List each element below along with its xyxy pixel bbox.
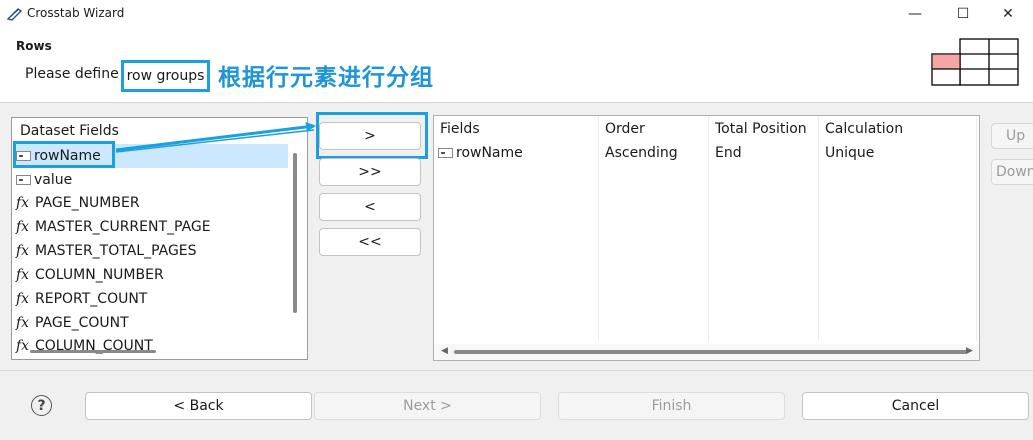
list-item[interactable]: value — [16, 168, 288, 192]
fx-icon: fx — [16, 195, 30, 211]
horizontal-scrollbar-thumb[interactable] — [454, 350, 967, 354]
minimize-button[interactable]: — — [895, 0, 935, 28]
close-button[interactable]: ✕ — [988, 0, 1028, 28]
list-item[interactable]: fx PAGE_NUMBER — [16, 191, 288, 215]
title-bar: Crosstab Wizard — ☐ ✕ — [0, 0, 1033, 28]
row-total-position-cell[interactable]: End — [715, 145, 742, 161]
add-all-button[interactable]: >> — [319, 158, 421, 186]
remove-button[interactable]: < — [319, 193, 421, 221]
row-groups-table[interactable]: Fields Order Total Position Calculation … — [433, 115, 980, 361]
scroll-right-icon[interactable]: ▶ — [966, 346, 973, 356]
help-icon[interactable]: ? — [31, 395, 52, 416]
row-calculation-cell[interactable]: Unique — [825, 145, 874, 161]
column-header-fields[interactable]: Fields — [440, 121, 480, 137]
column-divider — [818, 116, 819, 341]
cancel-button[interactable]: Cancel — [802, 392, 1029, 420]
column-icon — [438, 148, 453, 158]
dataset-fields-list[interactable]: Dataset Fields rowName value fx PAGE_NUM… — [11, 117, 308, 360]
scroll-left-icon[interactable]: ◀ — [441, 346, 448, 356]
page-title: Rows — [16, 39, 52, 53]
annotation-text: 根据行元素进行分组 — [218, 65, 434, 91]
column-header-calculation[interactable]: Calculation — [825, 121, 903, 137]
fx-icon: fx — [16, 267, 30, 283]
list-item[interactable]: fx COLUMN_NUMBER — [16, 263, 288, 287]
next-button[interactable]: Next > — [314, 392, 541, 420]
eclipse-icon — [6, 8, 23, 21]
row-groups-highlight: row groups — [121, 60, 210, 92]
column-divider — [976, 116, 977, 341]
list-item[interactable]: fx MASTER_TOTAL_PAGES — [16, 239, 288, 263]
row-order-cell[interactable]: Ascending — [605, 145, 678, 161]
maximize-button[interactable]: ☐ — [943, 0, 983, 28]
up-button[interactable]: Up — [991, 123, 1033, 149]
column-divider — [598, 116, 599, 341]
page-description: Please define — [25, 66, 119, 82]
header-separator — [0, 102, 1033, 103]
list-item[interactable]: fx REPORT_COUNT — [16, 287, 288, 311]
fx-icon: fx — [16, 219, 30, 235]
wizard-header: Rows Please define row groups 根据行元素进行分组 — [0, 28, 1033, 102]
finish-button[interactable]: Finish — [558, 392, 785, 420]
vertical-scrollbar[interactable] — [293, 153, 297, 313]
crosstab-grid-icon — [931, 38, 1019, 86]
add-button-highlight — [316, 112, 428, 159]
selection-highlight — [13, 141, 115, 168]
column-divider — [708, 116, 709, 341]
list-item[interactable]: fx PAGE_COUNT — [16, 311, 288, 335]
fx-icon: fx — [16, 315, 30, 331]
column-header-total-position[interactable]: Total Position — [715, 121, 807, 137]
list-item[interactable]: fx MASTER_CURRENT_PAGE — [16, 215, 288, 239]
list-item[interactable]: fx COLUMN_COUNT — [16, 334, 288, 358]
column-icon — [16, 175, 31, 185]
fx-icon: fx — [16, 291, 30, 307]
footer-separator — [0, 370, 1033, 371]
back-button[interactable]: < Back — [85, 392, 312, 420]
column-header-order[interactable]: Order — [605, 121, 645, 137]
window-title: Crosstab Wizard — [27, 6, 125, 20]
down-button[interactable]: Down — [991, 159, 1033, 185]
remove-all-button[interactable]: << — [319, 228, 421, 256]
dataset-fields-header: Dataset Fields — [20, 123, 119, 139]
horizontal-scrollbar[interactable] — [30, 350, 156, 353]
row-field-cell: rowName — [438, 145, 523, 161]
fx-icon: fx — [16, 243, 30, 259]
